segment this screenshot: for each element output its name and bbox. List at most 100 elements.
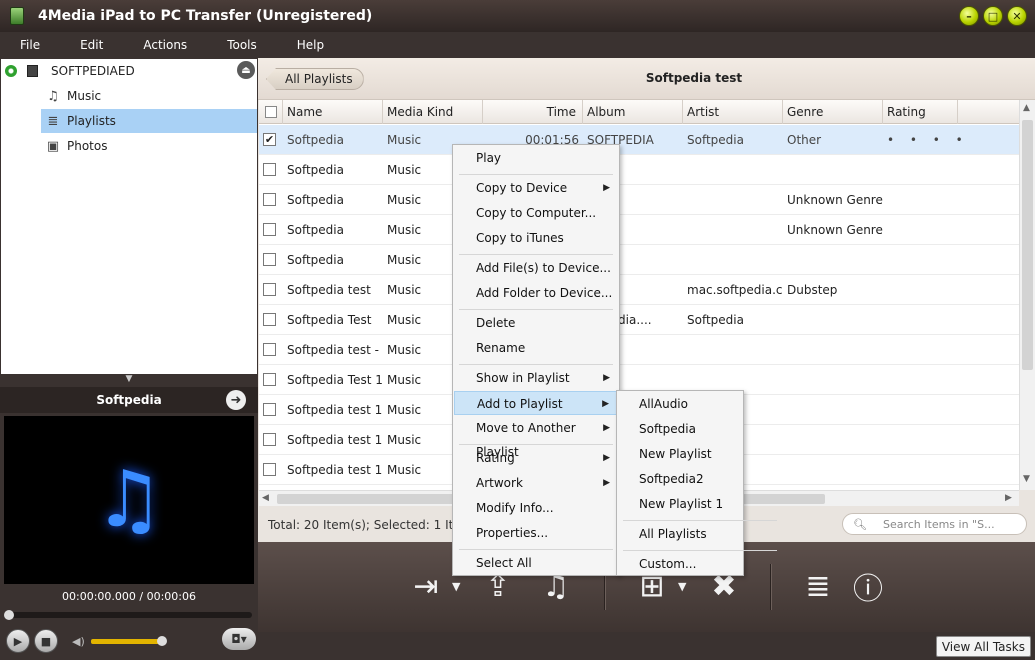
arrow-right-icon[interactable]: ➜: [226, 390, 246, 410]
menu-item-rating[interactable]: Rating ▶: [454, 446, 618, 470]
row-checkbox[interactable]: [263, 373, 276, 386]
menu-item-copy-to-computer[interactable]: Copy to Computer...: [454, 201, 618, 225]
cell-rating: [887, 275, 962, 305]
cell-genre: [787, 245, 883, 275]
select-all-column[interactable]: [259, 100, 283, 124]
row-checkbox[interactable]: [263, 463, 276, 476]
menu-item-play[interactable]: Play: [454, 146, 618, 170]
row-checkbox[interactable]: [263, 163, 276, 176]
column-time[interactable]: Time: [483, 100, 583, 124]
select-all-checkbox[interactable]: [265, 106, 277, 118]
menu-tools[interactable]: Tools: [207, 38, 277, 52]
menu-item-copy-to-itunes[interactable]: Copy to iTunes: [454, 226, 618, 250]
minimize-button[interactable]: –: [959, 6, 979, 26]
menu-bar: File Edit Actions Tools Help: [0, 32, 1035, 57]
menu-item-allaudio[interactable]: AllAudio: [618, 392, 742, 416]
seek-slider[interactable]: [4, 610, 252, 620]
sidebar-item-playlists[interactable]: ≣ Playlists: [41, 109, 257, 133]
cell-rating: [887, 215, 962, 245]
row-checkbox[interactable]: [263, 403, 276, 416]
menu-item-custom[interactable]: Custom...: [618, 552, 742, 576]
toolbar-separator: [770, 564, 771, 610]
row-checkbox[interactable]: ✔: [263, 133, 276, 146]
menu-item-add-file-s-to-device[interactable]: Add File(s) to Device...: [454, 256, 618, 280]
stop-button[interactable]: ■: [34, 629, 58, 653]
table-row[interactable]: Softpedia Music: [259, 245, 1019, 275]
menu-item-softpedia2[interactable]: Softpedia2: [618, 467, 742, 491]
cell-name: Softpedia test 1...: [287, 463, 383, 477]
vertical-scrollbar[interactable]: ▲ ▼: [1019, 100, 1035, 490]
scroll-down-icon[interactable]: ▼: [1023, 474, 1030, 484]
row-checkbox[interactable]: [263, 343, 276, 356]
menu-item-show-in-playlist[interactable]: Show in Playlist ▶: [454, 366, 618, 390]
menu-item-modify-info[interactable]: Modify Info...: [454, 496, 618, 520]
maximize-button[interactable]: □: [983, 6, 1003, 26]
close-button[interactable]: ✕: [1007, 6, 1027, 26]
row-checkbox[interactable]: [263, 253, 276, 266]
menu-item-all-playlists[interactable]: All Playlists: [618, 522, 742, 546]
snapshot-button[interactable]: ◘▾: [222, 628, 256, 650]
menu-item-properties[interactable]: Properties...: [454, 521, 618, 545]
menu-item-add-to-playlist[interactable]: Add to Playlist ▶: [454, 391, 618, 415]
menu-item-move-to-another-playlist[interactable]: Move to Another Playlist ▶: [454, 416, 618, 459]
add-to-device-icon[interactable]: ⇥: [406, 566, 446, 606]
panel-collapse-handle[interactable]: ▼: [0, 373, 258, 385]
submenu-arrow-icon: ▶: [602, 399, 609, 409]
table-row[interactable]: Softpedia Music Unknown Genre: [259, 185, 1019, 215]
volume-slider[interactable]: [90, 635, 167, 646]
sidebar-item-photos[interactable]: ▣ Photos: [41, 134, 257, 158]
title-bar: 4Media iPad to PC Transfer (Unregistered…: [0, 0, 1035, 32]
table-row[interactable]: Softpedia test - ...Music: [259, 335, 1019, 365]
menu-item-delete[interactable]: Delete: [454, 311, 618, 335]
row-checkbox[interactable]: [263, 313, 276, 326]
row-checkbox[interactable]: [263, 223, 276, 236]
menu-item-softpedia[interactable]: Softpedia: [618, 417, 742, 441]
volume-handle[interactable]: [156, 635, 167, 646]
scroll-up-icon[interactable]: ▲: [1023, 103, 1030, 113]
row-checkbox[interactable]: [263, 283, 276, 296]
add-dropdown-icon[interactable]: ▼: [452, 580, 460, 593]
column-name[interactable]: Name: [283, 100, 383, 124]
vertical-scroll-thumb[interactable]: [1022, 120, 1033, 370]
video-dropdown-icon[interactable]: ▼: [678, 580, 686, 593]
table-row[interactable]: Softpedia Music: [259, 155, 1019, 185]
menu-item-label: Rating: [476, 451, 515, 465]
row-checkbox[interactable]: [263, 193, 276, 206]
device-node[interactable]: SOFTPEDIAED ⏏: [1, 59, 257, 83]
menu-edit[interactable]: Edit: [60, 38, 123, 52]
menu-item-select-all[interactable]: Select All: [454, 551, 618, 575]
column-album[interactable]: Album: [583, 100, 683, 124]
cell-name: Softpedia test: [287, 283, 371, 297]
scroll-left-icon[interactable]: ◀: [262, 493, 269, 503]
scroll-right-icon[interactable]: ▶: [1005, 493, 1012, 503]
play-button[interactable]: ▶: [6, 629, 30, 653]
column-rating[interactable]: Rating: [883, 100, 958, 124]
menu-file[interactable]: File: [0, 38, 60, 52]
menu-item-new-playlist[interactable]: New Playlist: [618, 442, 742, 466]
menu-item-add-folder-to-device[interactable]: Add Folder to Device...: [454, 281, 618, 305]
device-info-icon[interactable]: ⓘ: [848, 566, 888, 607]
menu-item-label: Copy to Device: [476, 181, 568, 195]
sidebar-item-music[interactable]: ♫ Music: [41, 84, 257, 108]
table-row[interactable]: Softpedia Music Unknown Genre: [259, 215, 1019, 245]
column-artist[interactable]: Artist: [683, 100, 783, 124]
column-genre[interactable]: Genre: [783, 100, 883, 124]
view-all-tasks-button[interactable]: View All Tasks: [935, 636, 1031, 657]
menu-help[interactable]: Help: [277, 38, 344, 52]
menu-item-artwork[interactable]: Artwork ▶: [454, 471, 618, 495]
menu-actions[interactable]: Actions: [123, 38, 207, 52]
playlist-icon[interactable]: ≣: [798, 566, 838, 606]
column-media-kind[interactable]: Media Kind: [383, 100, 483, 124]
table-row[interactable]: ✔ Softpedia Music 00:01:56 SOFTPEDIA Softpedi…: [259, 125, 1019, 155]
table-row[interactable]: Softpedia testMusicdiamac.softpedia.c...…: [259, 275, 1019, 305]
search-input[interactable]: 🔍︎ Search Items in "S...: [842, 513, 1027, 535]
eject-icon[interactable]: ⏏: [237, 61, 255, 79]
menu-item-new-playlist-1[interactable]: New Playlist 1: [618, 492, 742, 516]
seek-handle[interactable]: [4, 610, 14, 620]
table-row[interactable]: Softpedia TestMusicoftpedia....Softpedia: [259, 305, 1019, 335]
menu-item-copy-to-device[interactable]: Copy to Device ▶: [454, 176, 618, 200]
row-checkbox[interactable]: [263, 433, 276, 446]
menu-item-rename[interactable]: Rename: [454, 336, 618, 360]
ipad-icon: [27, 65, 38, 77]
menu-item-label: All Playlists: [639, 527, 707, 541]
